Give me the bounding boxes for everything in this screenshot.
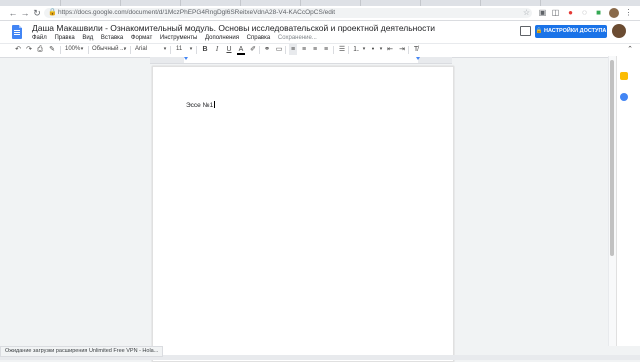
- toolbar-divider: [259, 46, 260, 54]
- vpn-extension-icon[interactable]: ●: [566, 8, 575, 18]
- toolbar-divider: [196, 46, 197, 54]
- lock-icon: 🔒: [535, 28, 543, 34]
- extension-icon[interactable]: ◌: [580, 8, 589, 18]
- line-spacing-icon[interactable]: ☰: [338, 44, 346, 55]
- menu-bar: Файл Правка Вид Вставка Формат Инструмен…: [32, 34, 323, 43]
- document-body-text[interactable]: Эссе №1: [186, 101, 216, 109]
- chevron-down-icon[interactable]: ▾: [121, 44, 129, 55]
- bulleted-list-icon[interactable]: •: [369, 44, 377, 55]
- star-icon[interactable]: ☆: [370, 23, 377, 32]
- align-justify-icon[interactable]: ≡: [322, 44, 330, 55]
- indent-marker[interactable]: [184, 57, 188, 60]
- collapse-menus-icon[interactable]: ⌃: [626, 44, 634, 55]
- comments-icon[interactable]: [520, 26, 531, 36]
- toolbar-divider: [170, 46, 171, 54]
- chevron-down-icon[interactable]: ▾: [161, 44, 169, 55]
- text-cursor: [214, 101, 216, 108]
- docs-logo-icon[interactable]: [12, 25, 22, 39]
- menu-addons[interactable]: Дополнения: [205, 35, 239, 41]
- saving-status: Сохранение...: [277, 35, 317, 41]
- ruler-right-margin: [418, 57, 452, 63]
- menu-file[interactable]: Файл: [32, 35, 47, 41]
- toolbar-divider: [348, 46, 349, 54]
- align-center-icon[interactable]: ≡: [300, 44, 308, 55]
- align-right-icon[interactable]: ≡: [311, 44, 319, 55]
- link-icon[interactable]: ⚭: [263, 44, 271, 55]
- side-panel: [616, 56, 640, 346]
- paint-format-icon[interactable]: ✎: [48, 44, 56, 55]
- ruler-left-margin: [150, 57, 184, 63]
- url-text[interactable]: https://docs.google.com/document/d/1MczP…: [58, 8, 335, 18]
- increase-indent-icon[interactable]: ⇥: [398, 44, 406, 55]
- ruler[interactable]: [150, 57, 452, 64]
- print-icon[interactable]: ⎙: [36, 44, 44, 55]
- keep-icon[interactable]: [620, 72, 628, 80]
- align-left-icon[interactable]: ≡: [289, 44, 297, 55]
- menu-view[interactable]: Вид: [82, 35, 93, 41]
- undo-icon[interactable]: ↶: [14, 44, 22, 55]
- bookmark-star-icon[interactable]: ☆: [522, 8, 531, 18]
- forward-icon[interactable]: →: [20, 6, 30, 20]
- numbered-list-icon[interactable]: ⒈: [352, 44, 360, 55]
- extension-icon[interactable]: ◫: [551, 8, 560, 18]
- chevron-down-icon[interactable]: ▾: [360, 44, 368, 55]
- chevron-down-icon[interactable]: ▾: [78, 44, 86, 55]
- comment-add-icon[interactable]: ▭: [275, 44, 283, 55]
- redo-icon[interactable]: ↷: [25, 44, 33, 55]
- underline-icon[interactable]: U: [225, 44, 233, 55]
- highlight-icon[interactable]: ✐: [249, 44, 257, 55]
- toolbar-divider: [333, 46, 334, 54]
- toolbar-divider: [60, 46, 61, 54]
- document-page[interactable]: [152, 66, 454, 362]
- browser-menu-icon[interactable]: ⋮: [624, 8, 633, 18]
- reload-icon[interactable]: ↻: [32, 6, 42, 20]
- back-icon[interactable]: ←: [8, 6, 18, 20]
- menu-tools[interactable]: Инструменты: [160, 35, 197, 41]
- chevron-down-icon[interactable]: ▾: [377, 44, 385, 55]
- scrollbar-thumb[interactable]: [610, 60, 614, 256]
- chevron-down-icon[interactable]: ▾: [187, 44, 195, 55]
- tasks-icon[interactable]: [620, 93, 628, 101]
- menu-format[interactable]: Формат: [131, 35, 152, 41]
- status-bar: Ожидание загрузки расширения Unlimited F…: [0, 346, 164, 357]
- italic-icon[interactable]: I: [213, 44, 221, 55]
- menu-help[interactable]: Справка: [247, 35, 271, 41]
- lock-icon[interactable]: 🔒: [48, 8, 57, 18]
- user-avatar[interactable]: [612, 24, 626, 38]
- toolbar-divider: [130, 46, 131, 54]
- toolbar-divider: [88, 46, 89, 54]
- extension-icon[interactable]: ▣: [538, 8, 547, 18]
- text-color-icon[interactable]: A: [237, 44, 245, 55]
- clear-formatting-icon[interactable]: T̸: [412, 44, 420, 55]
- font-family-select[interactable]: Arial: [135, 44, 147, 55]
- share-label: НАСТРОЙКИ ДОСТУПА: [543, 28, 607, 34]
- extension-icon[interactable]: ■: [594, 8, 603, 18]
- decrease-indent-icon[interactable]: ⇤: [386, 44, 394, 55]
- browser-profile-avatar[interactable]: [609, 8, 619, 18]
- toolbar-divider: [408, 46, 409, 54]
- toolbar-divider: [285, 46, 286, 54]
- share-button[interactable]: 🔒 НАСТРОЙКИ ДОСТУПА: [535, 25, 607, 38]
- right-indent-marker[interactable]: [416, 57, 420, 60]
- menu-insert[interactable]: Вставка: [101, 35, 123, 41]
- font-size-select[interactable]: 11: [176, 44, 182, 55]
- bold-icon[interactable]: B: [201, 44, 209, 55]
- menu-edit[interactable]: Правка: [54, 35, 74, 41]
